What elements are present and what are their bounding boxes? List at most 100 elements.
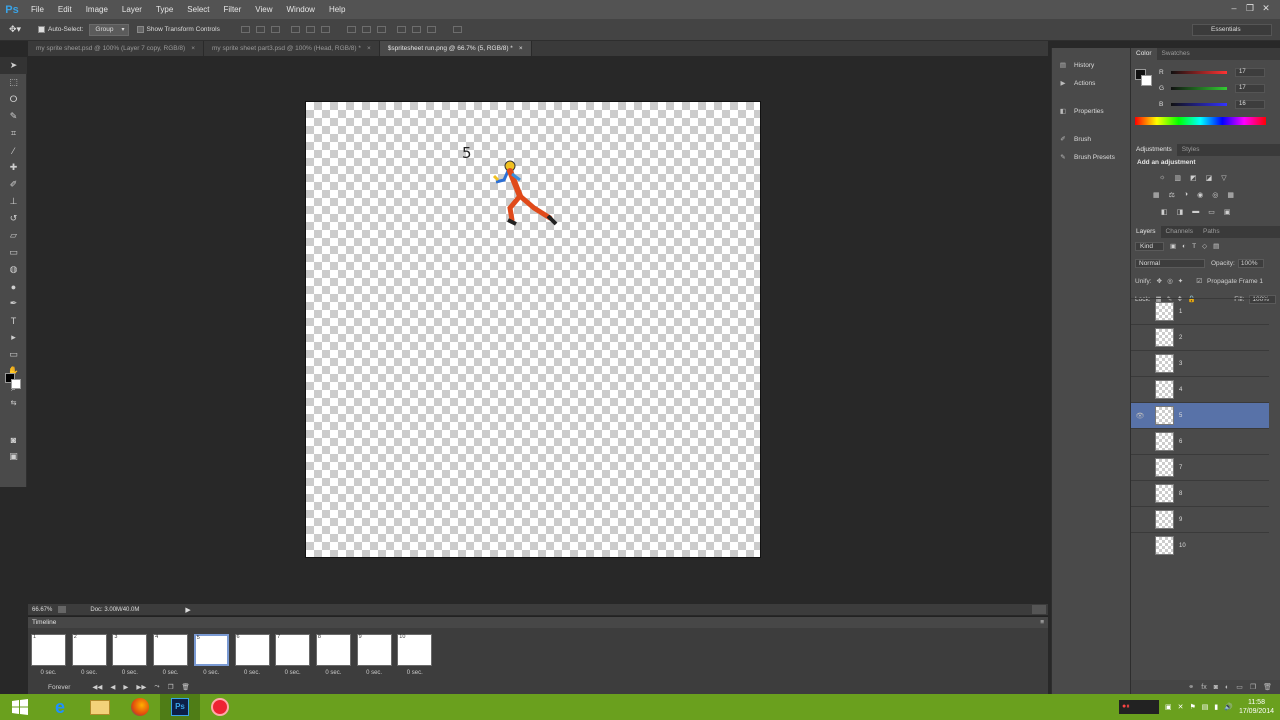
- layer-filter-kind[interactable]: Kind: [1135, 241, 1165, 251]
- eyedropper-tool-icon[interactable]: ⁄: [0, 142, 27, 159]
- crop-tool-icon[interactable]: ⌗: [0, 125, 27, 142]
- visibility-eye-icon[interactable]: 👁: [1131, 412, 1149, 420]
- black-white-icon[interactable]: ◑: [1184, 191, 1188, 198]
- taskbar-ie[interactable]: e: [40, 694, 80, 720]
- align-right-icon[interactable]: [320, 26, 330, 33]
- layer-row[interactable]: 3: [1131, 350, 1269, 376]
- filter-shape-icon[interactable]: ◇: [1202, 242, 1207, 250]
- layer-name[interactable]: 8: [1179, 491, 1182, 497]
- delete-frame-icon[interactable]: 🗑: [181, 683, 189, 691]
- filter-smart-icon[interactable]: ▤: [1213, 242, 1219, 250]
- frame-delay[interactable]: 0 sec.: [357, 670, 392, 676]
- frame-delay[interactable]: 0 sec.: [316, 670, 351, 676]
- green-slider[interactable]: G 17: [1159, 83, 1274, 94]
- tray-icon-4[interactable]: ▤: [1202, 703, 1209, 711]
- timeline-frame[interactable]: 5: [193, 634, 229, 666]
- frame-delay[interactable]: 0 sec.: [397, 670, 432, 676]
- blend-mode-select[interactable]: Normal: [1135, 258, 1205, 268]
- shape-tool-icon[interactable]: ▭: [0, 346, 27, 363]
- tab-spritesheet-run[interactable]: $spritesheet run.png @ 66.7% (5, RGB/8) …: [379, 41, 532, 56]
- dock-actions[interactable]: ▶ Actions: [1052, 74, 1130, 92]
- tab-layers[interactable]: Layers: [1131, 226, 1161, 238]
- status-menu-arrow-icon[interactable]: ▶: [185, 606, 190, 614]
- restore-icon[interactable]: ❐: [1242, 2, 1258, 14]
- layer-row[interactable]: 7: [1131, 454, 1269, 480]
- taskbar-explorer[interactable]: [80, 694, 120, 720]
- timeline-frame[interactable]: 2: [71, 634, 107, 666]
- screen-mode-icon[interactable]: ▣: [0, 448, 27, 465]
- auto-select-checkbox[interactable]: [38, 26, 45, 33]
- clone-stamp-tool-icon[interactable]: ⊥: [0, 193, 27, 210]
- distribute-vcenter-icon[interactable]: [361, 26, 371, 33]
- layer-name[interactable]: 3: [1179, 361, 1182, 367]
- distribute-bottom-icon[interactable]: [376, 26, 386, 33]
- layer-style-icon[interactable]: fx: [1201, 684, 1206, 691]
- tab-paths[interactable]: Paths: [1198, 226, 1225, 238]
- type-tool-icon[interactable]: T: [0, 312, 27, 329]
- taskbar-photoshop[interactable]: Ps: [160, 694, 200, 720]
- filter-adjust-icon[interactable]: ◐: [1182, 243, 1186, 250]
- menu-layer[interactable]: Layer: [115, 5, 149, 14]
- opacity-value[interactable]: 100%: [1237, 258, 1265, 268]
- menu-image[interactable]: Image: [79, 5, 115, 14]
- dock-properties[interactable]: ◧ Properties: [1052, 102, 1130, 120]
- timeline-menu-icon[interactable]: ≡: [1040, 619, 1044, 626]
- color-balance-icon[interactable]: ⚖: [1169, 191, 1175, 199]
- posterize-icon[interactable]: ◨: [1177, 208, 1184, 216]
- threshold-icon[interactable]: ▬: [1192, 208, 1199, 215]
- align-hcenter-icon[interactable]: [305, 26, 315, 33]
- menu-window[interactable]: Window: [280, 5, 322, 14]
- history-brush-tool-icon[interactable]: ↺: [0, 210, 27, 227]
- blue-slider[interactable]: B 16: [1159, 99, 1274, 110]
- adjustment-layer-icon[interactable]: ◐: [1225, 684, 1229, 691]
- layer-name[interactable]: 2: [1179, 335, 1182, 341]
- prev-frame-icon[interactable]: ◀: [110, 683, 115, 691]
- layer-row[interactable]: 4: [1131, 376, 1269, 402]
- align-top-icon[interactable]: [240, 26, 250, 33]
- green-value[interactable]: 17: [1235, 84, 1265, 93]
- frame-delay[interactable]: 0 sec.: [275, 670, 310, 676]
- gradient-tool-icon[interactable]: ▭: [0, 244, 27, 261]
- frame-delay[interactable]: 0 sec.: [112, 670, 147, 676]
- first-frame-icon[interactable]: ◀◀: [92, 683, 102, 691]
- eraser-tool-icon[interactable]: ▱: [0, 227, 27, 244]
- menu-select[interactable]: Select: [180, 5, 216, 14]
- red-value[interactable]: 17: [1235, 68, 1265, 77]
- tween-icon[interactable]: ⤳: [154, 683, 159, 691]
- timeline-frame[interactable]: 9: [356, 634, 392, 666]
- filter-type-icon[interactable]: T: [1192, 243, 1196, 250]
- play-icon[interactable]: ▶: [123, 683, 128, 691]
- layer-name[interactable]: 4: [1179, 387, 1182, 393]
- menu-view[interactable]: View: [248, 5, 279, 14]
- layer-mask-icon[interactable]: ◙: [1214, 684, 1218, 691]
- layer-row[interactable]: 10: [1131, 532, 1269, 558]
- layer-row[interactable]: 6: [1131, 428, 1269, 454]
- path-select-tool-icon[interactable]: ▸: [0, 329, 27, 346]
- auto-align-icon[interactable]: [452, 26, 462, 33]
- menu-filter[interactable]: Filter: [217, 5, 249, 14]
- taskbar-recorder[interactable]: [200, 694, 240, 720]
- tray-icon-2[interactable]: ✕: [1178, 703, 1184, 711]
- next-frame-icon[interactable]: ▶▶: [136, 683, 146, 691]
- brightness-icon[interactable]: ☼: [1159, 174, 1165, 181]
- pen-tool-icon[interactable]: ✒: [0, 295, 27, 312]
- align-bottom-icon[interactable]: [270, 26, 280, 33]
- close-icon[interactable]: ✕: [1258, 2, 1274, 14]
- group-icon[interactable]: ▭: [1236, 683, 1243, 691]
- menu-edit[interactable]: Edit: [51, 5, 79, 14]
- timeline-frame[interactable]: 3: [112, 634, 148, 666]
- tab-styles[interactable]: Styles: [1177, 144, 1205, 156]
- channel-mixer-icon[interactable]: ◎: [1212, 191, 1218, 199]
- start-button[interactable]: [0, 694, 40, 720]
- green-track[interactable]: [1171, 87, 1227, 90]
- workspace-switcher[interactable]: Essentials: [1192, 24, 1272, 36]
- layer-name[interactable]: 1: [1179, 309, 1182, 315]
- frame-delay[interactable]: 0 sec.: [72, 670, 107, 676]
- distribute-left-icon[interactable]: [396, 26, 406, 33]
- marquee-tool-icon[interactable]: ⬚: [0, 74, 27, 91]
- timeline-frame[interactable]: 7: [275, 634, 311, 666]
- quick-mask-icon[interactable]: ◙: [0, 431, 27, 448]
- tab-swatches[interactable]: Swatches: [1157, 48, 1195, 60]
- color-bg-swatch[interactable]: [1141, 75, 1152, 86]
- distribute-hcenter-icon[interactable]: [411, 26, 421, 33]
